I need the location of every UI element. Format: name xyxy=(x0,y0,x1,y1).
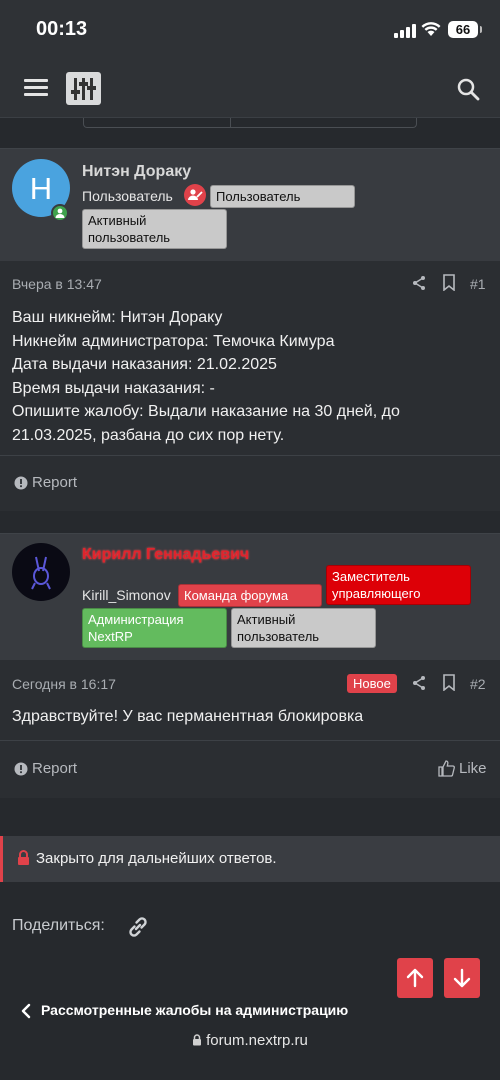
badge-active-user: Активный пользователь xyxy=(231,608,376,648)
report-button[interactable]: Report xyxy=(14,760,77,777)
report-label: Report xyxy=(32,474,78,491)
bookmark-icon[interactable] xyxy=(442,674,456,691)
report-button[interactable]: Report xyxy=(14,474,77,491)
chevron-left-icon[interactable] xyxy=(20,1003,32,1019)
avatar-letter: Н xyxy=(29,171,53,206)
closed-notice: Закрыто для дальнейших ответов. xyxy=(0,836,500,882)
status-bar: 00:13 66 xyxy=(0,0,500,60)
post-divider xyxy=(0,740,500,741)
url-text: forum.nextrp.ru xyxy=(0,1032,500,1049)
scroll-up-button[interactable] xyxy=(397,958,433,998)
tabs-remnant xyxy=(83,118,417,128)
signal-icon xyxy=(394,24,416,38)
user-title: Kirill_Simonov xyxy=(82,587,171,603)
battery-indicator: 66 xyxy=(448,21,482,38)
badge-active-user: Активный пользователь xyxy=(82,209,227,249)
like-button[interactable]: Like xyxy=(438,760,487,777)
status-time: 00:13 xyxy=(36,18,88,40)
url: forum.nextrp.ru xyxy=(206,1032,308,1049)
new-tag: Новое xyxy=(347,674,397,693)
post-date[interactable]: Вчера в 13:47 xyxy=(12,276,102,292)
share-label: Поделиться: xyxy=(12,917,105,934)
post-user-block: Н Нитэн Дораку Пользователь Пользователь… xyxy=(0,148,500,261)
thumbs-up-icon xyxy=(438,760,455,777)
closed-text: Закрыто для дальнейших ответов. xyxy=(36,850,277,867)
link-icon[interactable] xyxy=(125,914,151,940)
lock-icon xyxy=(18,850,29,865)
post-content: Ваш никнейм: Нитэн Дораку Никнейм админи… xyxy=(12,306,400,447)
post-user-block: Кирилл Геннадьевич Kirill_Simonov Команд… xyxy=(0,533,500,660)
post-2: Кирилл Геннадьевич Kirill_Simonov Команд… xyxy=(0,533,500,798)
user-title: Пользователь xyxy=(82,188,173,204)
post-1: Н Нитэн Дораку Пользователь Пользователь… xyxy=(0,148,500,511)
content-line: Никнейм администратора: Темочка Кимура xyxy=(12,332,335,350)
online-indicator xyxy=(51,204,69,222)
like-label: Like xyxy=(459,760,487,777)
post-date[interactable]: Сегодня в 16:17 xyxy=(12,676,116,692)
content-line: Дата выдачи наказания: 21.02.2025 xyxy=(12,356,277,373)
content-line: Ваш никнейм: Нитэн Дораку xyxy=(12,309,223,326)
bookmark-icon[interactable] xyxy=(442,274,456,291)
report-label: Report xyxy=(32,760,78,777)
badge-deputy-manager: Заместитель управляющего xyxy=(326,565,471,605)
content-line: Время выдачи наказания: - xyxy=(12,379,215,397)
badge-user: Пользователь xyxy=(210,185,355,208)
exclamation-circle-icon xyxy=(14,476,28,489)
badge-forum-team: Команда форума xyxy=(178,584,322,607)
exclamation-circle-icon xyxy=(14,762,28,775)
badge-administration: Администрация NextRP xyxy=(82,608,227,648)
hamburger-icon[interactable] xyxy=(24,79,48,99)
search-icon[interactable] xyxy=(456,77,480,101)
post-number[interactable]: #2 xyxy=(470,676,486,692)
arrow-down-icon xyxy=(453,968,471,988)
post-content: Здравствуйте! У вас перманентная блокиро… xyxy=(12,705,363,729)
username[interactable]: Кирилл Геннадьевич xyxy=(82,546,249,564)
post-number[interactable]: #1 xyxy=(470,276,486,292)
browser-url-bar[interactable]: forum.nextrp.ru xyxy=(0,1020,500,1080)
content-line: 21.03.2025, разбана до сих пор нету. xyxy=(12,426,285,444)
content-line: Опишите жалобу: Выдали наказание на 30 д… xyxy=(12,403,400,420)
app-header xyxy=(0,60,500,118)
content-line: Здравствуйте! У вас перманентная блокиро… xyxy=(12,708,364,725)
username[interactable]: Нитэн Дораку xyxy=(82,163,191,181)
avatar[interactable] xyxy=(12,543,70,601)
share-icon[interactable] xyxy=(411,275,427,291)
scroll-down-button[interactable] xyxy=(444,958,480,998)
sliders-logo-icon[interactable] xyxy=(66,72,101,105)
post-divider xyxy=(0,455,500,456)
wifi-icon xyxy=(421,22,441,36)
share-icon[interactable] xyxy=(411,675,427,691)
arrow-up-icon xyxy=(406,968,424,988)
breadcrumb[interactable]: Рассмотренные жалобы на администрацию xyxy=(41,1002,348,1018)
lock-icon xyxy=(193,1034,202,1046)
role-icon xyxy=(184,184,206,206)
